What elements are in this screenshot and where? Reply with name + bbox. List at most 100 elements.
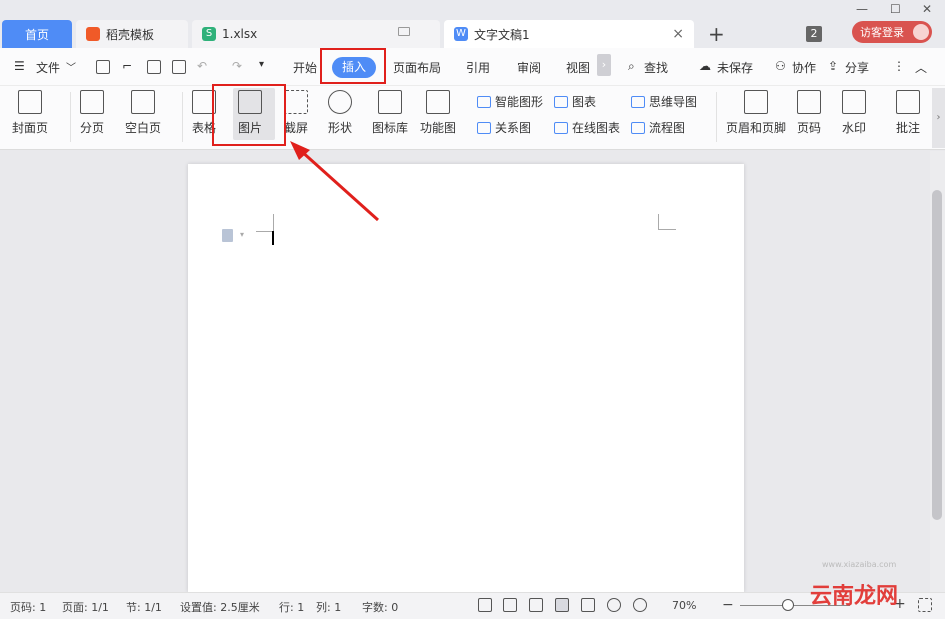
menu-start[interactable]: 开始	[293, 59, 317, 76]
close-tab-icon[interactable]: ×	[672, 26, 684, 42]
shape-button[interactable]: 形状	[328, 90, 352, 136]
window-count-badge[interactable]: 2	[806, 26, 822, 42]
status-section[interactable]: 节: 1/1	[126, 599, 162, 615]
eye-protection-icon[interactable]	[633, 598, 647, 612]
share-icon: ⇪	[828, 59, 839, 73]
add-tab-icon[interactable]: +	[708, 22, 725, 46]
tab-home[interactable]: 首页	[2, 20, 72, 48]
tab-scroll-right-button[interactable]: ›	[597, 54, 611, 76]
chevron-down-icon[interactable]: ﹀	[66, 59, 76, 74]
search-icon[interactable]: ⌕	[628, 59, 635, 74]
smart-art-label: 智能图形	[495, 95, 544, 109]
menu-layout[interactable]: 页面布局	[393, 59, 441, 76]
zoom-out-button[interactable]: −	[722, 597, 734, 613]
unsaved-status[interactable]: 未保存	[717, 59, 753, 76]
login-label: 访客登录	[860, 26, 904, 39]
chart-button[interactable]: 图表	[554, 93, 596, 110]
header-footer-label: 页眉和页脚	[726, 121, 787, 135]
menu-references[interactable]: 引用	[466, 59, 490, 76]
ribbon-scroll-right-icon[interactable]: ›	[932, 88, 945, 148]
page-number-icon	[797, 90, 821, 114]
reading-mode-icon[interactable]	[503, 598, 517, 612]
vertical-scroll-thumb[interactable]	[932, 190, 942, 520]
margin-corner-top-left	[256, 214, 274, 232]
comment-button[interactable]: 批注	[896, 90, 920, 136]
paragraph-caret-icon[interactable]: ▾	[240, 230, 244, 239]
zoom-level[interactable]: 70%	[672, 599, 696, 612]
menu-search[interactable]: 查找	[644, 59, 668, 76]
tab-daoke[interactable]: 稻壳模板	[76, 20, 188, 48]
fit-page-icon[interactable]	[918, 598, 932, 612]
quick-access-chevron-icon[interactable]: ▾	[259, 59, 264, 70]
monitor-icon[interactable]	[398, 27, 410, 36]
menu-share[interactable]: 分享	[845, 59, 869, 76]
save-icon[interactable]	[96, 60, 110, 74]
text-cursor	[272, 231, 274, 245]
screenshot-button[interactable]: 截屏	[284, 90, 308, 136]
smart-art-icon	[477, 95, 491, 108]
menu-review[interactable]: 审阅	[517, 59, 541, 76]
status-setting[interactable]: 设置值: 2.5厘米	[180, 599, 260, 615]
online-chart-icon	[554, 121, 568, 134]
tab-xlsx[interactable]: S 1.xlsx	[192, 20, 440, 48]
status-col[interactable]: 列: 1	[316, 599, 341, 615]
watermark-label: 水印	[842, 121, 867, 135]
cover-page-button[interactable]: 封面页	[12, 90, 48, 136]
maximize-button[interactable]: ☐	[890, 2, 901, 16]
minimize-button[interactable]: —	[856, 2, 868, 16]
page-number-button[interactable]: 页码	[797, 90, 821, 136]
mind-map-label: 思维导图	[649, 95, 698, 109]
mind-map-button[interactable]: 思维导图	[631, 93, 697, 110]
menu-view[interactable]: 视图	[566, 59, 590, 76]
paragraph-icon[interactable]	[222, 229, 233, 242]
fullscreen-icon[interactable]	[478, 598, 492, 612]
function-chart-button[interactable]: 功能图	[420, 90, 456, 136]
watermark-button[interactable]: 水印	[842, 90, 866, 136]
divider	[70, 92, 71, 142]
tab-document[interactable]: W 文字文稿1 ×	[444, 20, 694, 48]
spreadsheet-icon: S	[202, 27, 216, 41]
daoke-icon	[86, 27, 100, 41]
icon-library-button[interactable]: 图标库	[372, 90, 408, 136]
status-row[interactable]: 行: 1	[279, 599, 304, 615]
zoom-slider-handle[interactable]	[782, 599, 794, 611]
chart-icon	[554, 95, 568, 108]
menu-collab[interactable]: 协作	[792, 59, 816, 76]
outline-view-icon[interactable]	[581, 598, 595, 612]
flowchart-icon	[631, 121, 645, 134]
hamburger-icon[interactable]: ☰	[14, 59, 25, 73]
web-view-icon[interactable]	[607, 598, 621, 612]
visitor-login-button[interactable]: 访客登录	[852, 21, 932, 43]
status-pages[interactable]: 页面: 1/1	[62, 599, 109, 615]
menu-bar: ☰ 文件 ﹀ ⌐ ↶ ↷ ▾ 开始 插入 页面布局 引用 审阅 视图 ⌕ 查找 …	[0, 48, 945, 86]
page-view-icon[interactable]	[555, 598, 569, 612]
shape-label: 形状	[328, 121, 353, 135]
flowchart-label: 流程图	[649, 121, 686, 135]
online-chart-button[interactable]: 在线图表	[554, 119, 620, 136]
more-options-icon[interactable]: ⋮	[893, 59, 905, 73]
status-word-count[interactable]: 字数: 0	[362, 599, 398, 615]
shape-icon	[328, 90, 352, 114]
header-footer-button[interactable]: 页眉和页脚	[726, 90, 786, 136]
tab-doc-label: 文字文稿1	[474, 27, 530, 42]
page-break-button[interactable]: 分页	[80, 90, 104, 136]
blank-page-label: 空白页	[125, 121, 162, 135]
undo-icon[interactable]: ↶	[197, 59, 207, 73]
watermark-url: www.xiazaiba.com	[822, 560, 897, 569]
icon-library-label: 图标库	[372, 121, 409, 135]
menu-file[interactable]: 文件	[36, 59, 60, 76]
margin-corner-top-right	[658, 214, 676, 230]
redo-icon[interactable]: ↷	[232, 59, 242, 73]
format-painter-icon[interactable]: ⌐	[122, 59, 132, 73]
status-page-code[interactable]: 页码: 1	[10, 599, 46, 615]
smart-art-button[interactable]: 智能图形	[477, 93, 543, 110]
print-icon[interactable]	[147, 60, 161, 74]
blank-page-button[interactable]: 空白页	[125, 90, 161, 136]
collapse-ribbon-icon[interactable]: ︿	[915, 59, 927, 76]
blank-page-icon	[131, 90, 155, 114]
close-window-button[interactable]: ✕	[922, 2, 932, 16]
pen-icon[interactable]	[529, 598, 543, 612]
relation-chart-button[interactable]: 关系图	[477, 119, 531, 136]
print-preview-icon[interactable]	[172, 60, 186, 74]
flowchart-button[interactable]: 流程图	[631, 119, 685, 136]
